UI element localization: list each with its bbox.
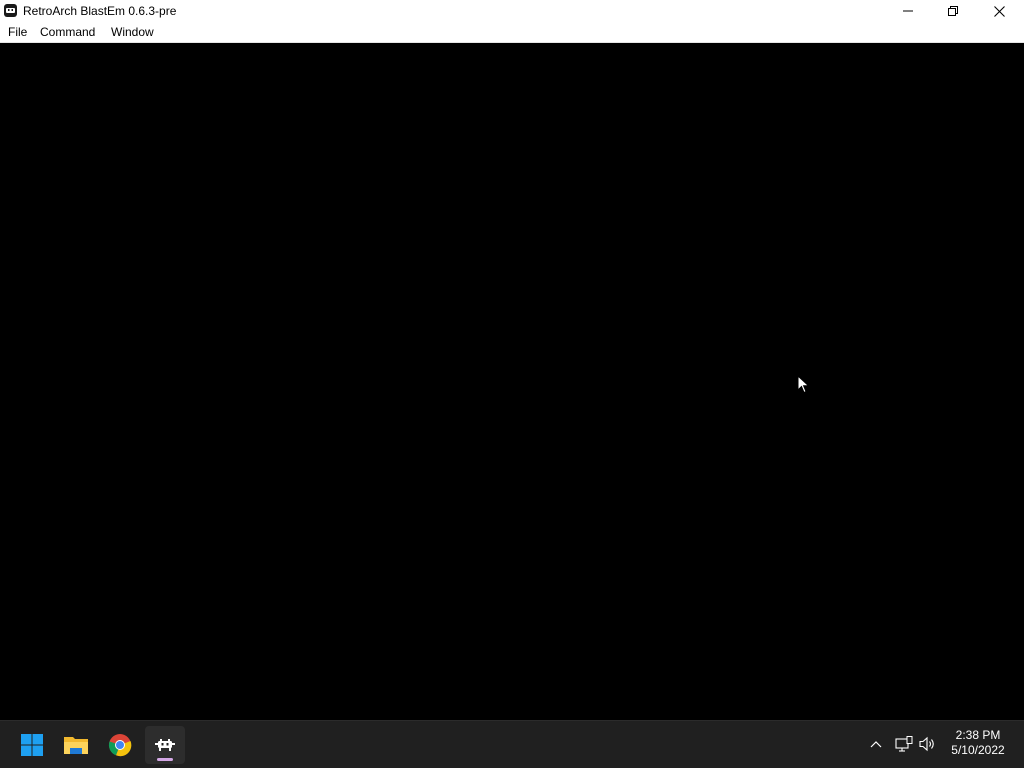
active-app-indicator: [157, 758, 173, 761]
restore-icon: [948, 6, 958, 16]
chrome-button[interactable]: [100, 726, 140, 764]
menu-bar: File Command Window: [0, 22, 1024, 43]
minimize-button[interactable]: [885, 0, 931, 22]
mouse-cursor-icon: [797, 375, 810, 394]
close-icon: [993, 5, 1005, 17]
file-explorer-icon: [64, 737, 88, 754]
file-explorer-button[interactable]: [56, 726, 96, 764]
retroarch-icon: [155, 739, 175, 751]
network-icon: [895, 736, 913, 752]
restore-button[interactable]: [930, 0, 976, 22]
clock-date: 5/10/2022: [951, 743, 1005, 757]
menu-file[interactable]: File: [7, 25, 28, 39]
title-bar[interactable]: RetroArch BlastEm 0.6.3-pre: [0, 0, 1024, 22]
windows-start-icon: [21, 734, 43, 756]
chevron-up-icon: [870, 741, 882, 748]
network-button[interactable]: [894, 734, 914, 754]
retroarch-window: RetroArch BlastEm 0.6.3-pre File Command…: [0, 0, 1024, 720]
emulator-display[interactable]: [0, 43, 1024, 720]
menu-window[interactable]: Window: [110, 25, 155, 39]
chrome-icon: [108, 734, 132, 757]
window-title: RetroArch BlastEm 0.6.3-pre: [23, 4, 177, 18]
retroarch-app-icon: [4, 4, 17, 17]
show-hidden-icons-button[interactable]: [866, 734, 886, 754]
volume-icon: [919, 736, 934, 752]
close-button[interactable]: [976, 0, 1022, 22]
menu-command[interactable]: Command: [39, 25, 96, 39]
clock-time: 2:38 PM: [955, 728, 1001, 742]
system-clock[interactable]: 2:38 PM 5/10/2022: [946, 728, 1010, 758]
minimize-icon: [903, 10, 913, 12]
volume-button[interactable]: [918, 734, 938, 754]
start-button[interactable]: [12, 726, 52, 764]
